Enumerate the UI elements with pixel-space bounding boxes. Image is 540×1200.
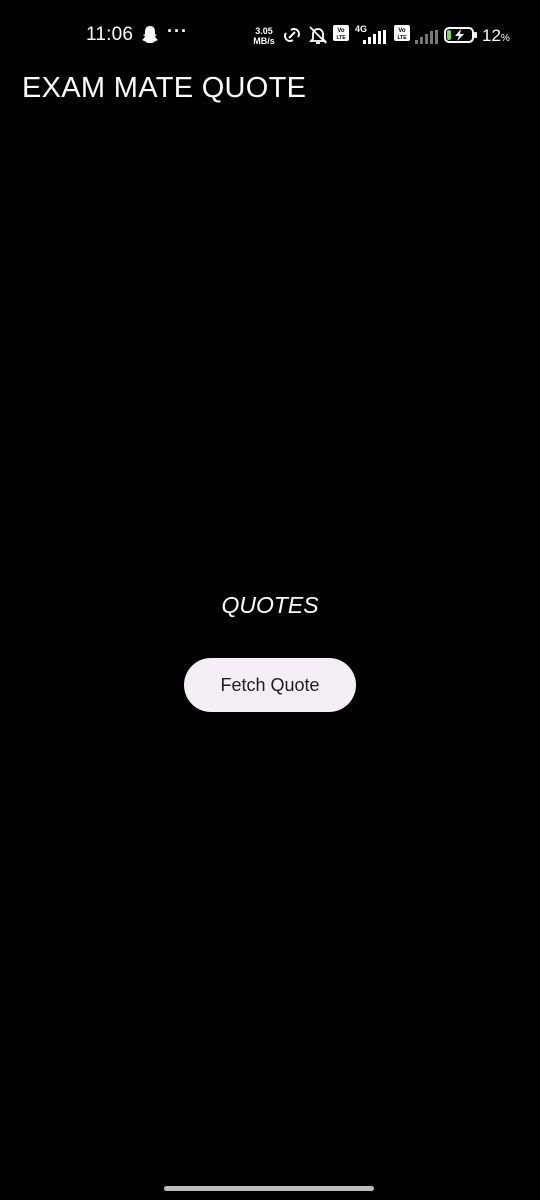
status-bar: 11:06 ··· 3.05 MB/s Vo LTE 4G Vo LTE 12% — [0, 0, 540, 70]
svg-text:Vo: Vo — [337, 28, 345, 34]
battery-percent-value: 12 — [482, 26, 501, 45]
volte-icon-2: Vo LTE — [394, 25, 410, 41]
svg-text:LTE: LTE — [397, 35, 407, 41]
home-indicator[interactable] — [164, 1186, 374, 1191]
app-title: EXAM MATE QUOTE — [22, 72, 307, 104]
network-speed-value: 3.05 — [255, 26, 273, 36]
network-speed: 3.05 MB/s — [251, 26, 277, 46]
snapchat-ghost-icon — [142, 26, 158, 43]
battery-charging-icon — [444, 27, 477, 43]
svg-text:Vo: Vo — [398, 28, 406, 34]
quote-text: QUOTES — [221, 592, 319, 618]
volte-icon-1: Vo LTE — [333, 25, 349, 41]
hotspot-link-icon — [284, 28, 300, 42]
signal-icon-1 — [363, 30, 386, 44]
svg-text:LTE: LTE — [336, 35, 346, 41]
more-notifications-icon: ··· — [167, 21, 188, 41]
status-time: 11:06 — [86, 24, 134, 45]
battery-percent: 12% — [482, 26, 510, 46]
network-speed-unit: MB/s — [253, 36, 275, 46]
bell-off-icon — [308, 26, 328, 44]
fetch-quote-button[interactable]: Fetch Quote — [184, 658, 356, 712]
signal-icon-2 — [415, 30, 438, 44]
battery-percent-unit: % — [500, 33, 510, 44]
